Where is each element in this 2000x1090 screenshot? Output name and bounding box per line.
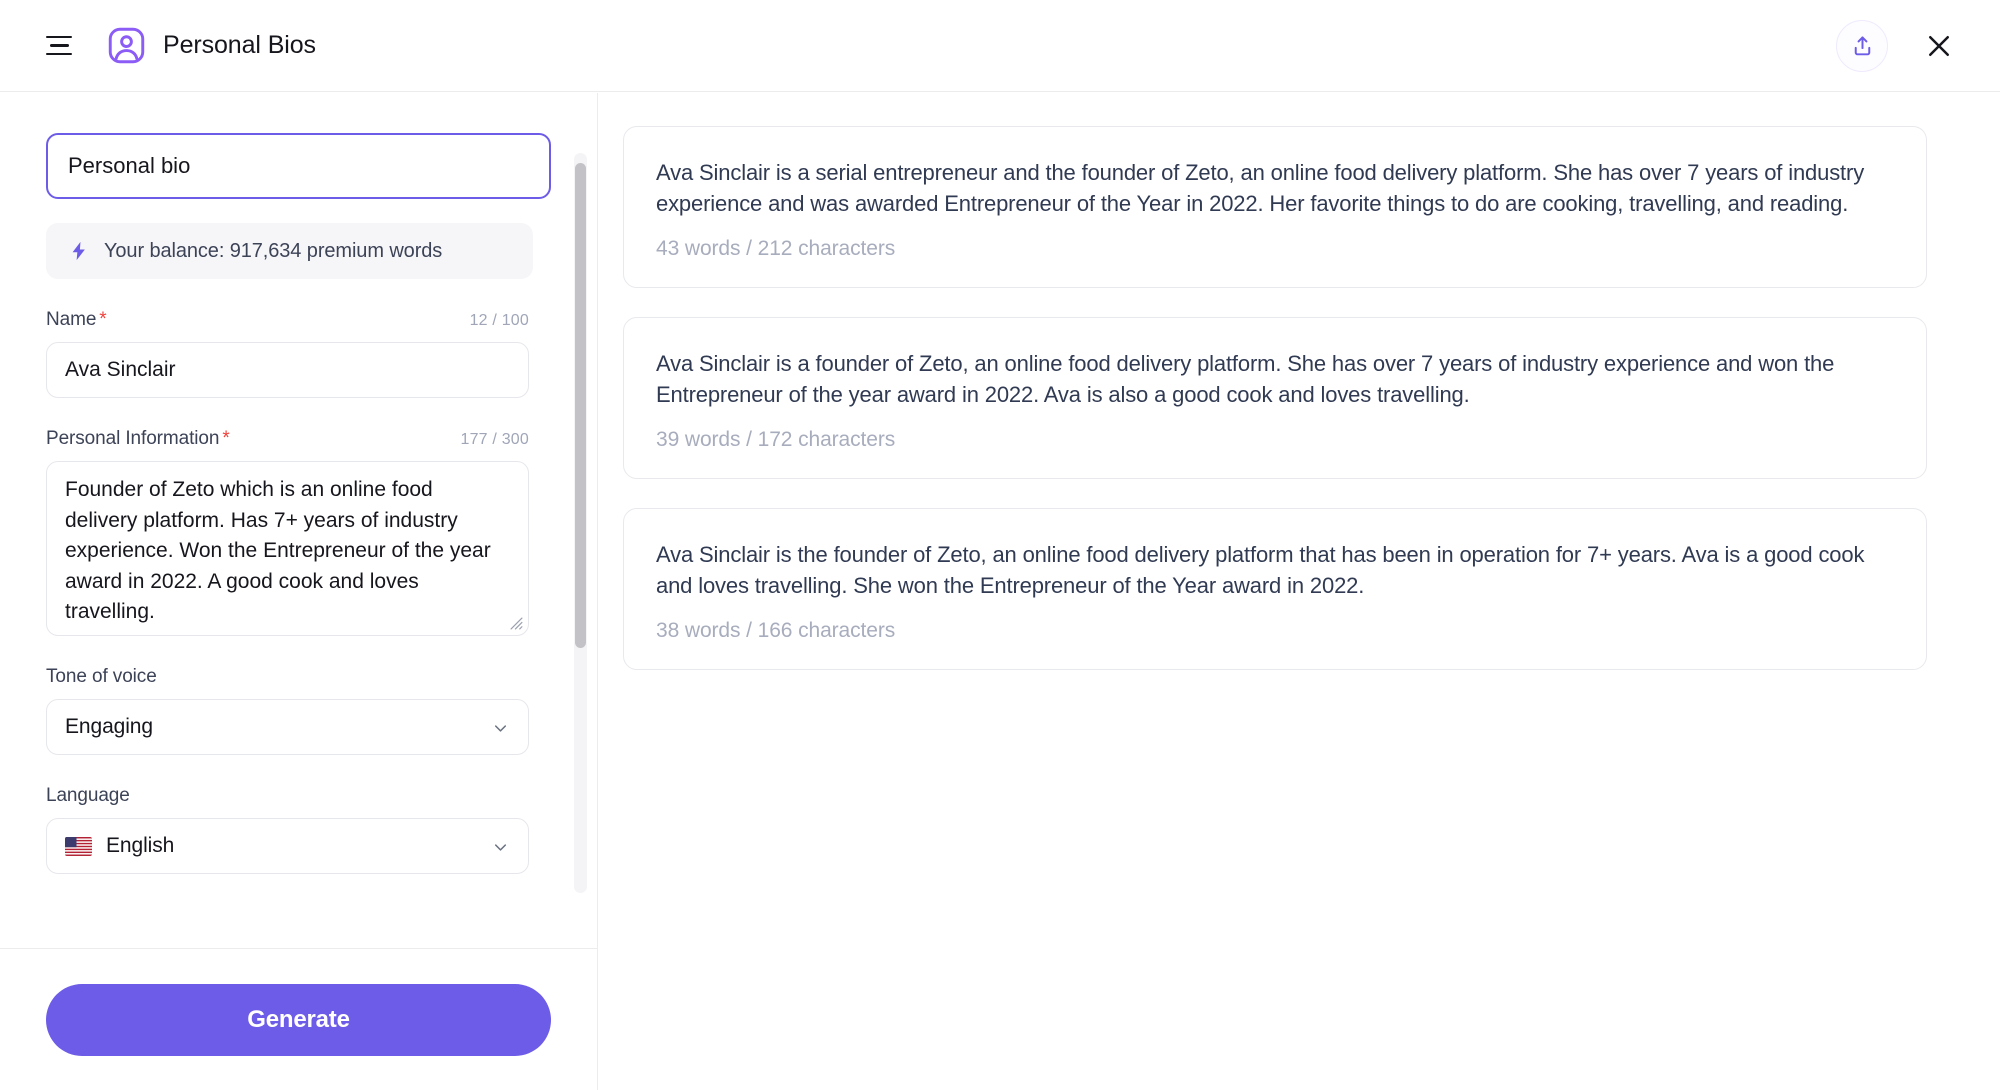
form-footer: Generate bbox=[0, 948, 597, 1090]
close-button[interactable] bbox=[1916, 23, 1962, 69]
field-tone-header: Tone of voice bbox=[46, 666, 529, 688]
share-button[interactable] bbox=[1836, 20, 1888, 72]
field-language-header: Language bbox=[46, 785, 529, 807]
form-scrollbar-thumb[interactable] bbox=[575, 163, 586, 648]
tone-of-voice-value: Engaging bbox=[65, 715, 153, 739]
generate-button[interactable]: Generate bbox=[46, 984, 551, 1056]
result-meta: 43 words / 212 characters bbox=[656, 237, 1894, 261]
hamburger-line-2 bbox=[50, 44, 69, 47]
person-avatar-icon bbox=[107, 26, 146, 65]
field-personal-information-label-group: Personal Information* bbox=[46, 428, 230, 450]
result-text: Ava Sinclair is a serial entrepreneur an… bbox=[656, 157, 1894, 219]
language-select[interactable]: English bbox=[46, 818, 529, 874]
field-language: Language bbox=[46, 785, 551, 874]
field-language-label: Language bbox=[46, 785, 130, 807]
field-personal-information-counter: 177 / 300 bbox=[460, 431, 529, 449]
field-personal-information-header: Personal Information* 177 / 300 bbox=[46, 428, 529, 450]
field-personal-information-label: Personal Information bbox=[46, 428, 219, 449]
form-scroll-area[interactable]: Your balance: 917,634 premium words Name… bbox=[0, 93, 597, 948]
bio-title-input[interactable] bbox=[46, 133, 551, 199]
lightning-bolt-icon bbox=[68, 240, 90, 262]
hamburger-menu-icon[interactable] bbox=[42, 29, 76, 63]
tone-of-voice-select[interactable]: Engaging bbox=[46, 699, 529, 755]
header-actions bbox=[1836, 0, 1962, 92]
required-asterisk: * bbox=[222, 428, 229, 449]
brand: Personal Bios bbox=[107, 26, 316, 65]
result-meta: 38 words / 166 characters bbox=[656, 619, 1894, 643]
result-card[interactable]: Ava Sinclair is a serial entrepreneur an… bbox=[623, 126, 1927, 288]
hamburger-line-1 bbox=[46, 36, 72, 39]
chevron-down-icon bbox=[491, 838, 510, 857]
name-input[interactable] bbox=[46, 342, 529, 398]
personal-information-textarea[interactable]: Founder of Zeto which is an online food … bbox=[46, 461, 529, 636]
form-content: Your balance: 917,634 premium words Name… bbox=[0, 93, 597, 874]
app-window: Personal Bios bbox=[0, 0, 2000, 1090]
chevron-down-icon bbox=[491, 719, 510, 738]
field-name: Name* 12 / 100 bbox=[46, 309, 551, 398]
balance-chip: Your balance: 917,634 premium words bbox=[46, 223, 533, 279]
result-text: Ava Sinclair is a founder of Zeto, an on… bbox=[656, 348, 1894, 410]
personal-information-wrap: Founder of Zeto which is an online food … bbox=[46, 461, 529, 636]
required-asterisk: * bbox=[99, 309, 106, 330]
result-card[interactable]: Ava Sinclair is a founder of Zeto, an on… bbox=[623, 317, 1927, 479]
app-header: Personal Bios bbox=[0, 0, 2000, 92]
share-upload-icon bbox=[1850, 34, 1875, 59]
field-name-header: Name* 12 / 100 bbox=[46, 309, 529, 331]
page-title: Personal Bios bbox=[163, 31, 316, 60]
field-tone-label: Tone of voice bbox=[46, 666, 157, 688]
results-panel: Ava Sinclair is a serial entrepreneur an… bbox=[599, 93, 2000, 1090]
result-card[interactable]: Ava Sinclair is the founder of Zeto, an … bbox=[623, 508, 1927, 670]
result-meta: 39 words / 172 characters bbox=[656, 428, 1894, 452]
us-flag-icon bbox=[65, 837, 92, 856]
close-x-icon bbox=[1924, 31, 1954, 61]
field-name-label-group: Name* bbox=[46, 309, 107, 331]
field-personal-information: Personal Information* 177 / 300 Founder … bbox=[46, 428, 551, 636]
field-name-label: Name bbox=[46, 309, 96, 330]
language-value: English bbox=[106, 834, 174, 858]
field-name-counter: 12 / 100 bbox=[470, 312, 529, 330]
result-text: Ava Sinclair is the founder of Zeto, an … bbox=[656, 539, 1894, 601]
form-panel: Your balance: 917,634 premium words Name… bbox=[0, 93, 598, 1090]
field-tone-of-voice: Tone of voice Engaging bbox=[46, 666, 551, 755]
balance-text: Your balance: 917,634 premium words bbox=[104, 240, 442, 263]
hamburger-line-3 bbox=[46, 53, 72, 56]
